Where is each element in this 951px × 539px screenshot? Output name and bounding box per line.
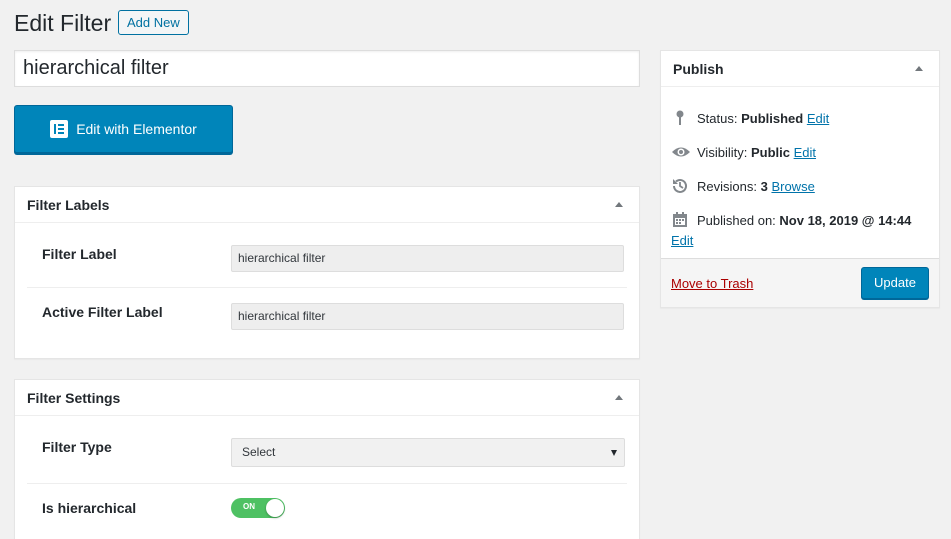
toggle-knob	[266, 499, 284, 517]
filter-labels-header[interactable]: Filter Labels	[15, 187, 639, 223]
publish-header[interactable]: Publish	[661, 51, 939, 87]
published-on-row: Published on: Nov 18, 2019 @ 14:44	[671, 211, 911, 229]
filter-label-label: Filter Label	[42, 246, 117, 262]
active-filter-label-input[interactable]: hierarchical filter	[231, 303, 624, 330]
post-title-input[interactable]	[14, 50, 640, 87]
visibility-row: Visibility: Public Edit	[671, 143, 816, 161]
collapse-arrow-icon[interactable]	[915, 66, 923, 71]
is-hierarchical-row: Is hierarchical ON	[27, 484, 627, 539]
dropdown-arrow-icon	[611, 450, 617, 456]
edit-with-elementor-label: Edit with Elementor	[76, 121, 197, 137]
active-filter-label-label: Active Filter Label	[42, 304, 163, 320]
is-hierarchical-label: Is hierarchical	[42, 500, 137, 516]
publish-title: Publish	[673, 60, 724, 77]
visibility-label: Visibility:	[697, 144, 748, 160]
revisions-label: Revisions:	[697, 178, 757, 194]
active-filter-label-row: Active Filter Label hierarchical filter	[27, 288, 627, 348]
visibility-value: Public	[750, 144, 790, 160]
filter-labels-box: Filter Labels Filter Label hierarchical …	[14, 186, 640, 359]
revisions-value: 3	[760, 178, 768, 194]
history-icon	[671, 177, 689, 195]
published-on-edit-link[interactable]: Edit	[671, 233, 693, 248]
published-on-value: Nov 18, 2019 @ 14:44	[779, 212, 912, 228]
publish-actions: Move to Trash Update	[661, 258, 939, 307]
filter-type-label: Filter Type	[42, 439, 112, 455]
status-row: Status: Published Edit	[671, 109, 829, 127]
filter-labels-title: Filter Labels	[27, 196, 110, 213]
edit-with-elementor-button[interactable]: Edit with Elementor	[14, 105, 233, 153]
filter-type-select[interactable]: Select	[231, 438, 625, 467]
move-to-trash-link[interactable]: Move to Trash	[671, 276, 753, 291]
visibility-edit-link[interactable]: Edit	[794, 145, 816, 160]
filter-settings-box: Filter Settings Filter Type Select Is hi…	[14, 379, 640, 539]
filter-settings-title: Filter Settings	[27, 389, 121, 406]
filter-label-input[interactable]: hierarchical filter	[231, 245, 624, 272]
elementor-icon	[50, 120, 69, 138]
revisions-browse-link[interactable]: Browse	[771, 179, 814, 194]
filter-type-value: Select	[242, 445, 276, 459]
publish-box: Publish Status: Published Edit Visibilit…	[660, 50, 940, 308]
add-new-button[interactable]: Add New	[118, 10, 189, 35]
status-label: Status:	[697, 110, 738, 126]
collapse-arrow-icon[interactable]	[615, 202, 623, 207]
filter-type-row: Filter Type Select	[27, 417, 627, 484]
collapse-arrow-icon[interactable]	[615, 395, 623, 400]
page-title: Edit Filter	[14, 10, 112, 36]
status-edit-link[interactable]: Edit	[807, 111, 829, 126]
filter-settings-header[interactable]: Filter Settings	[15, 380, 639, 416]
is-hierarchical-toggle[interactable]: ON	[231, 498, 285, 518]
status-value: Published	[741, 110, 804, 126]
filter-label-row: Filter Label hierarchical filter	[27, 224, 627, 288]
revisions-row: Revisions: 3 Browse	[671, 177, 815, 195]
update-button[interactable]: Update	[861, 267, 929, 299]
toggle-state-label: ON	[243, 502, 255, 511]
published-on-label: Published on:	[697, 212, 776, 228]
pin-icon	[671, 109, 689, 127]
calendar-icon	[671, 211, 689, 229]
eye-icon	[671, 143, 690, 161]
